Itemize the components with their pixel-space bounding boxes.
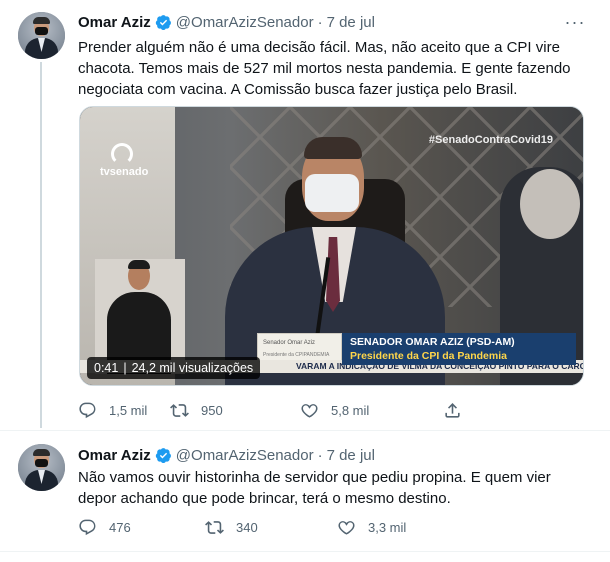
tweet-text: Prender alguém não é uma decisão fácil. … (78, 37, 578, 100)
tweet-header: Omar Aziz @OmarAzizSenador · 7 de jul (78, 445, 375, 465)
tweet-text-line: chacota. Temos mais de 527 mil mortos ne… (78, 60, 571, 77)
heart-icon (338, 520, 355, 535)
video-duration-views-badge: 0:41 | 24,2 mil visualizações (87, 357, 261, 379)
retweet-count: 950 (201, 402, 223, 418)
avatar[interactable] (18, 12, 65, 59)
reply-icon (79, 519, 96, 535)
nameplate-subtitle: Presidente da CPIPANDEMIA (263, 352, 330, 358)
tvsenado-logo-text: tvsenado (100, 166, 149, 178)
reply-button[interactable]: 476 (78, 518, 205, 537)
reply-count: 476 (109, 519, 131, 535)
more-icon[interactable]: ··· (564, 12, 586, 32)
author-handle[interactable]: @OmarAzizSenador (176, 447, 314, 464)
avatar[interactable] (18, 444, 65, 491)
tweet-text-line: depor achando que pode brincar, terá o m… (78, 490, 451, 507)
retweet-icon (205, 520, 224, 534)
tweet-date[interactable]: 7 de jul (327, 447, 375, 464)
senator-mask (305, 174, 359, 212)
retweet-button[interactable]: 340 (205, 518, 337, 537)
separator-dot: · (317, 13, 323, 31)
like-button[interactable]: 3,3 mil (337, 518, 406, 537)
video-views: 24,2 mil visualizações (131, 361, 254, 375)
author-handle[interactable]: @OmarAzizSenador (176, 14, 314, 31)
reply-count: 1,5 mil (109, 402, 148, 418)
tweet-actions: 1,5 mil 950 5,8 mil (78, 400, 474, 420)
tweet-text: Não vamos ouvir historinha de servidor q… (78, 467, 578, 509)
lower-third-name: SENADOR OMAR AZIZ (PSD-AM) (350, 336, 515, 348)
tvsenado-logo: tvsenado (100, 143, 148, 178)
thread-line (40, 62, 42, 428)
tweet-2[interactable]: Omar Aziz @OmarAzizSenador · 7 de jul Nã… (0, 430, 610, 552)
retweet-count: 340 (236, 519, 258, 535)
retweet-button[interactable]: 950 (170, 401, 300, 420)
like-button[interactable]: 5,8 mil (300, 401, 443, 420)
separator-dot: · (317, 446, 323, 464)
nameplate-title: Senador Omar Aziz (263, 340, 316, 346)
tweet-text-line: Não vamos ouvir historinha de servidor q… (78, 469, 551, 486)
reply-icon (79, 402, 96, 418)
badge-divider: | (123, 361, 127, 375)
tweet-text-line: negociata com vacina. A Comissão busca f… (78, 81, 518, 98)
tweet-separator (0, 551, 610, 552)
tweet-actions: 476 340 3,3 mil (78, 517, 406, 537)
lower-third-role: Presidente da CPI da Pandemia (350, 350, 507, 362)
video-hashtag: #SenadoContraCovid19 (428, 134, 553, 146)
video-duration: 0:41 (94, 361, 119, 375)
lower-third: SENADOR OMAR AZIZ (PSD-AM) Presidente da… (342, 333, 576, 365)
like-count: 3,3 mil (368, 519, 407, 535)
author-name[interactable]: Omar Aziz (78, 447, 151, 464)
tweet-text-line: Prender alguém não é uma decisão fácil. … (78, 39, 560, 56)
tweet-1[interactable]: Omar Aziz @OmarAzizSenador · 7 de jul ··… (0, 0, 610, 430)
tweet-date[interactable]: 7 de jul (327, 14, 375, 31)
person-right-head (520, 169, 580, 239)
retweet-icon (170, 403, 189, 417)
share-button[interactable] (443, 401, 474, 420)
heart-icon (301, 403, 318, 418)
video-player[interactable]: tvsenado #SenadoContraCovid19 Senador Om… (79, 106, 584, 386)
interpreter-hair (128, 260, 150, 269)
author-name[interactable]: Omar Aziz (78, 14, 151, 31)
reply-button[interactable]: 1,5 mil (78, 401, 170, 420)
senator-hair (304, 137, 362, 159)
like-count: 5,8 mil (331, 402, 370, 418)
verified-badge-icon (155, 447, 171, 463)
share-icon (445, 402, 460, 418)
verified-badge-icon (155, 14, 171, 30)
tweet-header: Omar Aziz @OmarAzizSenador · 7 de jul (78, 12, 375, 32)
